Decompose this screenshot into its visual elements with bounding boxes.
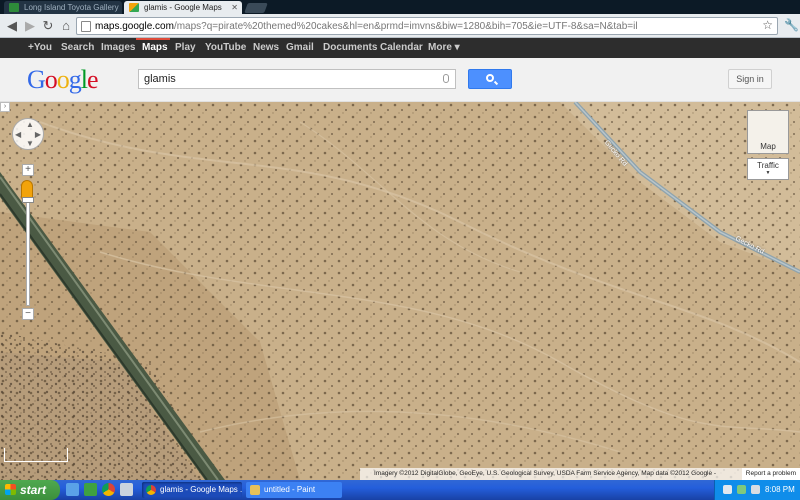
tab-long-island-toyota[interactable]: Long Island Toyota Gallery — [4, 1, 122, 14]
system-tray: 8:08 PM — [714, 480, 800, 500]
pan-right-icon[interactable]: ▶ — [35, 130, 41, 139]
google-logo[interactable]: Google — [27, 65, 99, 95]
traffic-button[interactable]: Traffic ▼ — [747, 158, 789, 180]
start-button[interactable]: start — [0, 480, 60, 500]
copyright-text: Imagery ©2012 DigitalGlobe, GeoEye, U.S.… — [374, 470, 717, 477]
address-url: maps.google.com/maps?q=pirate%20themed%2… — [95, 21, 638, 32]
taskbar-button-google-maps[interactable]: glamis - Google Maps ... — [142, 482, 242, 498]
gbar-news[interactable]: News — [253, 38, 279, 58]
tray-security-icon[interactable] — [737, 485, 746, 494]
map-type-button[interactable]: Map — [747, 110, 789, 154]
gbar-documents[interactable]: Documents — [323, 38, 377, 58]
microphone-icon[interactable] — [443, 74, 449, 83]
windows-logo-icon — [5, 484, 16, 495]
google-bar: +You Search Images Maps Play YouTube New… — [0, 38, 800, 58]
gbar-maps[interactable]: Maps — [142, 38, 168, 58]
zoom-slider-handle[interactable] — [22, 197, 34, 203]
paint-icon — [250, 485, 260, 495]
chrome-icon[interactable] — [102, 483, 115, 496]
search-icon — [486, 74, 494, 82]
new-tab-button[interactable] — [244, 3, 268, 13]
forward-arrow-icon[interactable]: ▶ — [22, 18, 38, 34]
sign-in-button[interactable]: Sign in — [728, 69, 772, 89]
chevron-down-icon: ▼ — [765, 170, 771, 176]
back-arrow-icon[interactable]: ◀ — [4, 18, 20, 34]
search-input[interactable] — [144, 72, 434, 86]
address-bar[interactable]: maps.google.com/maps?q=pirate%20themed%2… — [76, 17, 778, 35]
gbar-more[interactable]: More ▾ — [428, 38, 460, 58]
quicklaunch-app-icon[interactable] — [84, 483, 97, 496]
tab-label: Long Island Toyota Gallery — [24, 3, 119, 12]
pan-left-icon[interactable]: ◀ — [15, 130, 21, 139]
page-icon — [81, 21, 91, 32]
quicklaunch-file-icon[interactable] — [120, 483, 133, 496]
taskbar-button-label: untitled - Paint — [264, 485, 316, 494]
search-box — [138, 69, 456, 89]
traffic-label: Traffic — [757, 161, 779, 170]
pan-up-icon[interactable]: ▲ — [26, 120, 34, 129]
collapse-panel-button[interactable]: › — [0, 102, 10, 112]
tray-clock: 8:08 PM — [765, 485, 795, 494]
gbar-play[interactable]: Play — [175, 38, 196, 58]
close-tab-icon[interactable]: ✕ — [231, 1, 238, 14]
bookmark-star-icon[interactable]: ☆ — [762, 18, 773, 32]
tray-volume-icon[interactable] — [751, 485, 760, 494]
google-header: Google Sign in — [0, 58, 800, 102]
zoom-out-button[interactable]: − — [22, 308, 34, 320]
gbar-images[interactable]: Images — [101, 38, 135, 58]
pan-down-icon[interactable]: ▼ — [26, 139, 34, 148]
map-attribution: Imagery ©2012 DigitalGlobe, GeoEye, U.S.… — [360, 468, 800, 480]
zoom-slider-track[interactable] — [26, 202, 30, 306]
scale-bar — [4, 448, 68, 462]
wrench-icon[interactable]: 🔧 — [784, 18, 799, 32]
satellite-imagery — [0, 102, 800, 480]
browser-toolbar: ◀ ▶ ↻ ⌂ maps.google.com/maps?q=pirate%20… — [0, 14, 800, 38]
gbar-gmail[interactable]: Gmail — [286, 38, 314, 58]
toyota-favicon-icon — [9, 3, 19, 12]
home-icon[interactable]: ⌂ — [58, 18, 74, 34]
zoom-in-button[interactable]: + — [22, 164, 34, 176]
chrome-icon — [146, 485, 156, 495]
gbar-search[interactable]: Search — [61, 38, 94, 58]
tab-google-maps[interactable]: glamis - Google Maps ✕ — [124, 1, 242, 14]
map-canvas[interactable]: Gecko Rd Gecko Rd › ▲ ▼ ◀ ▶ + − Map Traf… — [0, 102, 800, 480]
reload-icon[interactable]: ↻ — [40, 18, 56, 34]
taskbar-button-label: glamis - Google Maps ... — [160, 485, 242, 494]
taskbar-button-paint[interactable]: untitled - Paint — [246, 482, 342, 498]
tab-label: glamis - Google Maps — [144, 3, 222, 12]
windows-taskbar: start glamis - Google Maps ... untitled … — [0, 480, 800, 500]
google-maps-favicon-icon — [129, 3, 139, 12]
search-button[interactable] — [468, 69, 512, 89]
pan-control[interactable]: ▲ ▼ ◀ ▶ — [12, 118, 44, 150]
gbar-youtube[interactable]: YouTube — [205, 38, 246, 58]
tray-network-icon[interactable] — [723, 485, 732, 494]
gbar-you[interactable]: +You — [28, 38, 52, 58]
show-desktop-icon[interactable] — [66, 483, 79, 496]
browser-tab-strip: Long Island Toyota Gallery glamis - Goog… — [0, 0, 800, 14]
gbar-calendar[interactable]: Calendar — [380, 38, 423, 58]
report-problem-link[interactable]: Report a problem — [741, 468, 800, 480]
start-label: start — [20, 483, 47, 497]
map-type-label: Map — [760, 142, 776, 151]
